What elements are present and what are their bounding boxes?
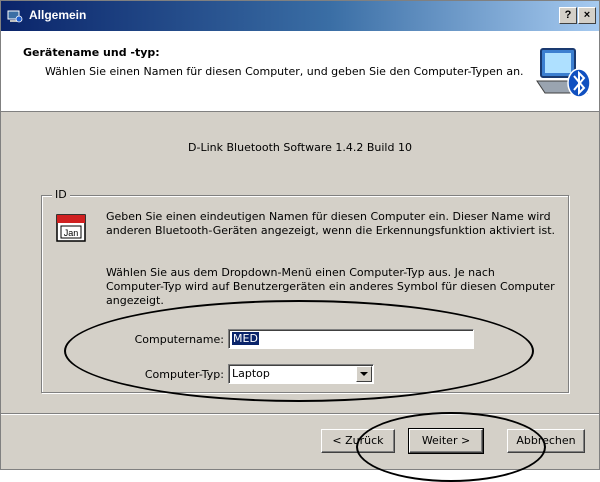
wizard-header: Gerätename und -typ: Wählen Sie einen Na… — [1, 31, 599, 112]
header-subtitle: Wählen Sie einen Namen für diesen Comput… — [45, 65, 524, 78]
back-button[interactable]: < Zurück — [321, 429, 395, 453]
computer-name-label: Computername: — [134, 333, 224, 346]
window-title: Allgemein — [29, 8, 87, 22]
footer-divider — [1, 413, 599, 415]
bluetooth-computer-icon — [536, 48, 591, 98]
name-description: Geben Sie einen eindeutigen Namen für di… — [106, 210, 556, 237]
help-button[interactable]: ? — [559, 7, 577, 24]
computer-name-value: MED — [232, 332, 259, 345]
dropdown-button[interactable] — [356, 366, 372, 382]
type-description: Wählen Sie aus dem Dropdown-Menü einen C… — [106, 266, 555, 307]
cancel-button[interactable]: Abbrechen — [507, 429, 585, 453]
calendar-icon: Jan — [56, 214, 86, 242]
close-button[interactable]: × — [578, 7, 596, 24]
wizard-window: Allgemein ? × Gerätename und -typ: Wähle… — [0, 0, 600, 470]
app-icon — [7, 10, 23, 23]
title-bar: Allgemein ? × — [1, 1, 599, 31]
id-groupbox: ID Jan Geben Sie einen eindeutigen Namen… — [41, 188, 569, 393]
calendar-label: Jan — [64, 228, 79, 238]
group-legend: ID — [52, 188, 70, 201]
computer-name-input[interactable]: MED — [228, 329, 474, 349]
version-text: D-Link Bluetooth Software 1.4.2 Build 10 — [188, 141, 412, 154]
computer-type-select[interactable]: Laptop — [228, 364, 374, 384]
chevron-down-icon — [360, 372, 368, 376]
next-button[interactable]: Weiter > — [408, 428, 484, 454]
computer-type-value: Laptop — [232, 367, 270, 380]
computer-type-label: Computer-Typ: — [144, 368, 224, 381]
header-title: Gerätename und -typ: — [23, 46, 160, 59]
